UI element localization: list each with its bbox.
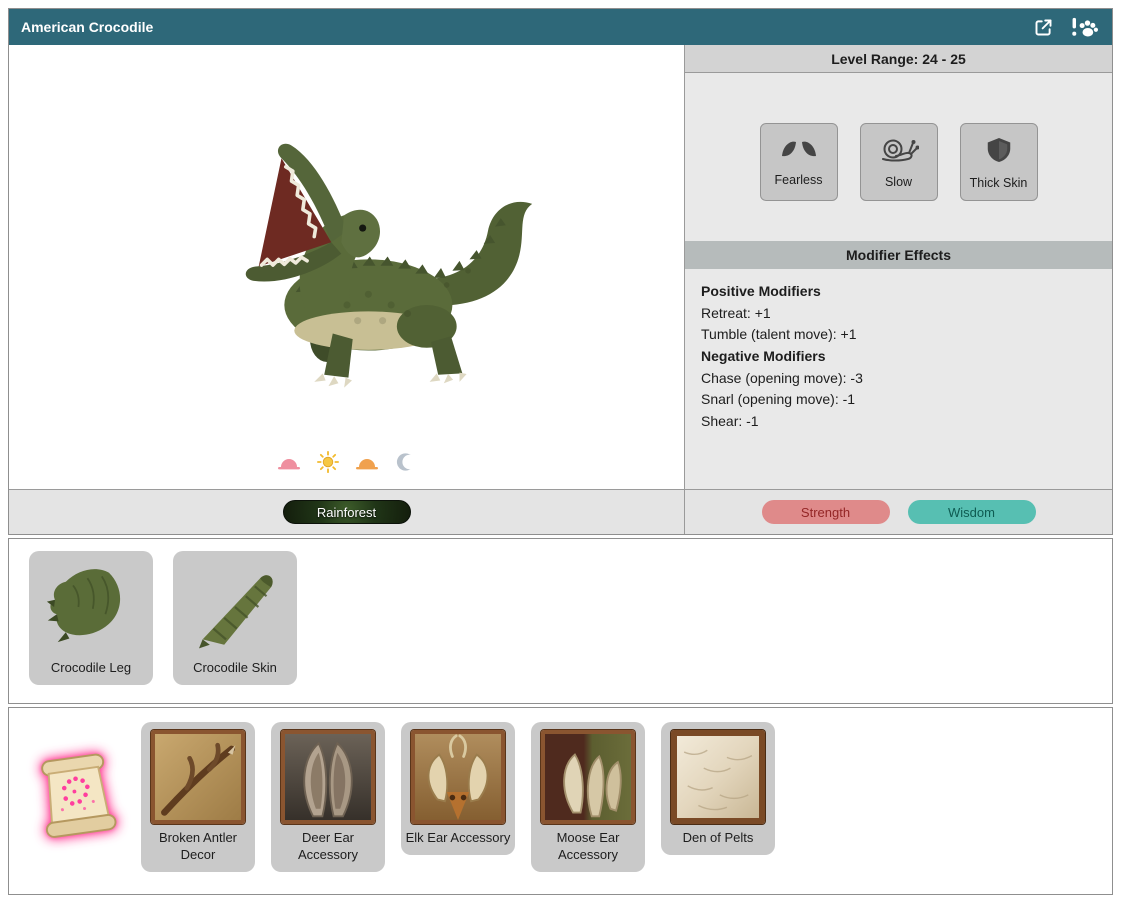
positive-modifiers-header: Positive Modifiers <box>701 281 1096 303</box>
craft-label: Den of Pelts <box>683 830 754 847</box>
eyes-icon <box>779 137 819 168</box>
external-link-icon[interactable] <box>1033 17 1054 38</box>
biome-area: Rainforest <box>9 490 685 534</box>
level-range-bar: Level Range: 24 - 25 <box>685 45 1112 73</box>
biome-pill-rainforest[interactable]: Rainforest <box>283 500 411 524</box>
drop-card-crocodile-skin[interactable]: Crocodile Skin <box>173 551 297 685</box>
craft-card-elk-ear-accessory[interactable]: Elk Ear Accessory <box>401 722 515 855</box>
craftables-section: Broken Antler Decor Deer Ear Acce <box>8 707 1113 895</box>
biome-stats-row: Rainforest Strength Wisdom <box>9 489 1112 534</box>
negative-modifiers-header: Negative Modifiers <box>701 346 1096 368</box>
craft-label: Broken Antler Decor <box>145 830 251 864</box>
sun-icon <box>317 451 339 473</box>
moose-ear-accessory-image <box>541 730 635 824</box>
drop-label: Crocodile Skin <box>193 660 277 675</box>
modifier-label: Slow <box>885 175 912 189</box>
craft-card-moose-ear-accessory[interactable]: Moose Ear Accessory <box>531 722 645 872</box>
page-title: American Crocodile <box>21 19 153 35</box>
recipe-scroll-icon[interactable] <box>29 748 125 844</box>
main-row: Level Range: 24 - 25 Fearless <box>9 45 1112 489</box>
modifier-slow-button[interactable]: Slow <box>860 123 938 201</box>
creature-board: American Crocodile <box>8 8 1113 535</box>
craft-label: Elk Ear Accessory <box>406 830 511 847</box>
snail-icon <box>879 135 919 170</box>
craft-label: Moose Ear Accessory <box>535 830 641 864</box>
titlebar-icons <box>1033 16 1100 38</box>
creature-image-panel <box>9 45 685 489</box>
den-of-pelts-image <box>671 730 765 824</box>
strength-pill[interactable]: Strength <box>762 500 890 524</box>
craft-card-broken-antler-decor[interactable]: Broken Antler Decor <box>141 722 255 872</box>
effect-line: Snarl (opening move): -1 <box>701 389 1096 411</box>
deer-ear-accessory-image <box>281 730 375 824</box>
effect-line: Retreat: +1 <box>701 303 1096 325</box>
modifier-buttons-row: Fearless <box>685 123 1112 201</box>
modifier-label: Thick Skin <box>970 176 1028 190</box>
page: American Crocodile <box>8 8 1113 895</box>
time-of-day-row <box>277 451 417 473</box>
crocodile-leg-icon <box>39 559 143 655</box>
stats-panel: Level Range: 24 - 25 Fearless <box>685 45 1112 489</box>
modifier-thick-skin-button[interactable]: Thick Skin <box>960 123 1038 201</box>
modifier-effects-header: Modifier Effects <box>685 241 1112 269</box>
modifier-label: Fearless <box>775 173 823 187</box>
crocodile-skin-icon <box>183 559 287 655</box>
craft-card-deer-ear-accessory[interactable]: Deer Ear Accessory <box>271 722 385 872</box>
drops-section: Crocodile Leg Crocodile Skin <box>8 538 1113 704</box>
effect-line: Chase (opening move): -3 <box>701 368 1096 390</box>
broken-antler-decor-image <box>151 730 245 824</box>
sunrise-icon <box>277 454 301 471</box>
elk-ear-accessory-image <box>411 730 505 824</box>
battle-stats-area: Strength Wisdom <box>685 490 1112 534</box>
modifier-effects-body: Positive Modifiers Retreat: +1 Tumble (t… <box>685 269 1112 445</box>
wisdom-pill[interactable]: Wisdom <box>908 500 1036 524</box>
paw-alert-icon[interactable] <box>1070 16 1100 38</box>
titlebar: American Crocodile <box>9 9 1112 45</box>
drop-label: Crocodile Leg <box>51 660 131 675</box>
effect-line: Shear: -1 <box>701 411 1096 433</box>
crocodile-image <box>112 45 582 451</box>
level-range-text: Level Range: 24 - 25 <box>831 51 966 67</box>
craft-card-den-of-pelts[interactable]: Den of Pelts <box>661 722 775 855</box>
drop-card-crocodile-leg[interactable]: Crocodile Leg <box>29 551 153 685</box>
effect-line: Tumble (talent move): +1 <box>701 324 1096 346</box>
craft-label: Deer Ear Accessory <box>275 830 381 864</box>
shield-icon <box>984 134 1014 171</box>
modifier-fearless-button[interactable]: Fearless <box>760 123 838 201</box>
moon-icon <box>395 451 417 473</box>
sunset-icon <box>355 454 379 471</box>
modifier-effects-title: Modifier Effects <box>846 247 951 263</box>
